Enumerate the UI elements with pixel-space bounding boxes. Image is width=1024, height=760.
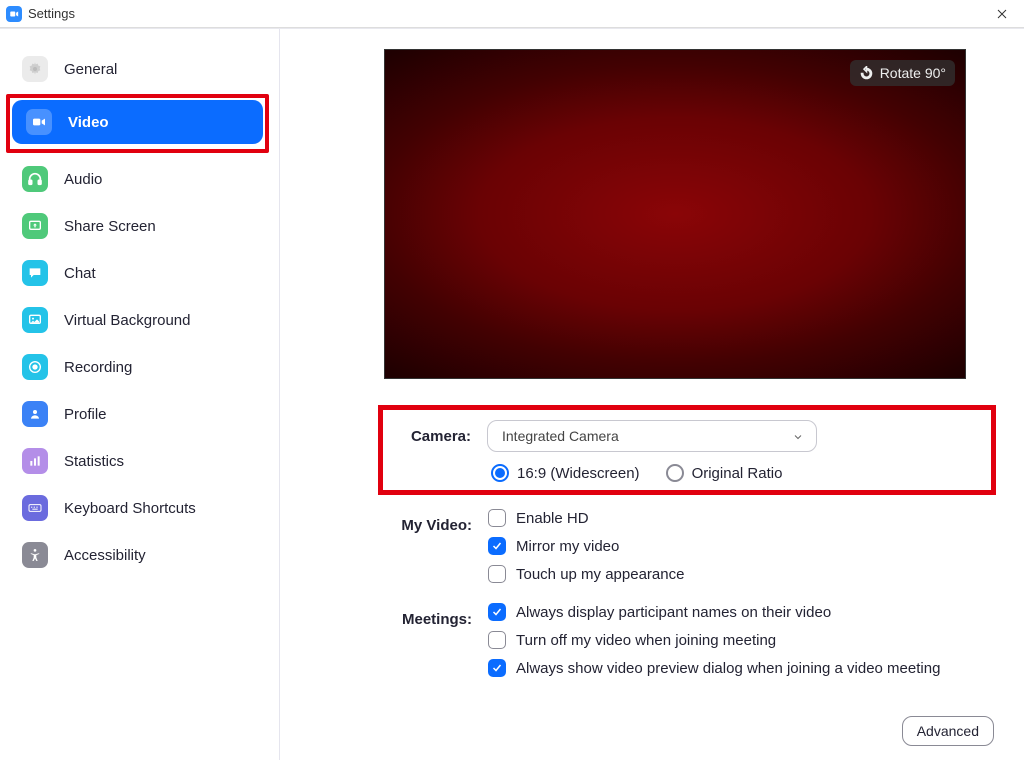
checkbox-enable-hd[interactable] (488, 509, 506, 527)
checkbox-label: Turn off my video when joining meeting (516, 632, 776, 649)
advanced-label: Advanced (917, 723, 979, 739)
sidebar-item-label: Virtual Background (64, 312, 190, 329)
checkbox-label: Enable HD (516, 510, 589, 527)
rotate-button[interactable]: Rotate 90° (850, 60, 955, 86)
chevron-down-icon (792, 430, 804, 442)
radio-original-ratio[interactable]: Original Ratio (666, 464, 783, 482)
sidebar-item-virtual-background[interactable]: Virtual Background (8, 298, 269, 342)
main-panel: Rotate 90° Camera: Integrated Camera (280, 29, 1024, 760)
rotate-icon (859, 66, 874, 81)
myvideo-label: My Video: (384, 509, 488, 593)
checkbox-touchup[interactable] (488, 565, 506, 583)
sidebar: General Video Audio Share Screen (0, 29, 280, 760)
sidebar-item-share-screen[interactable]: Share Screen (8, 204, 269, 248)
camera-selected-value: Integrated Camera (502, 428, 619, 444)
sidebar-item-statistics[interactable]: Statistics (8, 439, 269, 483)
chat-icon (22, 260, 48, 286)
headphones-icon (22, 166, 48, 192)
sidebar-item-label: Share Screen (64, 218, 156, 235)
sidebar-item-label: Statistics (64, 453, 124, 470)
close-button[interactable] (988, 2, 1016, 26)
radio-circle (491, 464, 509, 482)
gear-icon (22, 56, 48, 82)
sidebar-item-label: Profile (64, 406, 107, 423)
virtual-background-icon (22, 307, 48, 333)
radio-widescreen[interactable]: 16:9 (Widescreen) (491, 464, 640, 482)
checkbox-label: Touch up my appearance (516, 566, 684, 583)
sidebar-item-accessibility[interactable]: Accessibility (8, 533, 269, 577)
sidebar-item-label: Keyboard Shortcuts (64, 500, 196, 517)
meetings-label: Meetings: (384, 603, 488, 687)
radio-circle (666, 464, 684, 482)
sidebar-item-label: General (64, 61, 117, 78)
sidebar-item-label: Recording (64, 359, 132, 376)
video-icon (26, 109, 52, 135)
window-title: Settings (28, 6, 75, 21)
app-icon (6, 6, 22, 22)
checkbox-mirror[interactable] (488, 537, 506, 555)
sidebar-item-label: Video (68, 114, 109, 131)
camera-select[interactable]: Integrated Camera (487, 420, 817, 452)
sidebar-item-label: Audio (64, 171, 102, 188)
share-screen-icon (22, 213, 48, 239)
sidebar-item-chat[interactable]: Chat (8, 251, 269, 295)
radio-label: 16:9 (Widescreen) (517, 465, 640, 482)
accessibility-icon (22, 542, 48, 568)
camera-label: Camera: (383, 420, 487, 482)
recording-icon (22, 354, 48, 380)
highlight-sidebar-video: Video (6, 94, 269, 153)
sidebar-item-audio[interactable]: Audio (8, 157, 269, 201)
titlebar-left: Settings (6, 6, 75, 22)
video-preview: Rotate 90° (384, 49, 966, 379)
advanced-button[interactable]: Advanced (902, 716, 994, 746)
sidebar-item-profile[interactable]: Profile (8, 392, 269, 436)
profile-icon (22, 401, 48, 427)
content-area: General Video Audio Share Screen (0, 28, 1024, 760)
checkbox-label: Mirror my video (516, 538, 619, 555)
checkbox-label: Always display participant names on thei… (516, 604, 831, 621)
titlebar: Settings (0, 0, 1024, 28)
sidebar-item-keyboard-shortcuts[interactable]: Keyboard Shortcuts (8, 486, 269, 530)
checkbox-turn-off-video[interactable] (488, 631, 506, 649)
checkbox-display-names[interactable] (488, 603, 506, 621)
keyboard-icon (22, 495, 48, 521)
checkbox-show-preview[interactable] (488, 659, 506, 677)
sidebar-item-label: Chat (64, 265, 96, 282)
settings-form: Camera: Integrated Camera 16:9 (Widescre… (384, 405, 990, 687)
sidebar-item-label: Accessibility (64, 547, 146, 564)
statistics-icon (22, 448, 48, 474)
rotate-label: Rotate 90° (880, 65, 946, 81)
sidebar-item-video[interactable]: Video (12, 100, 263, 144)
sidebar-item-recording[interactable]: Recording (8, 345, 269, 389)
highlight-camera-section: Camera: Integrated Camera 16:9 (Widescre… (378, 405, 996, 495)
checkbox-label: Always show video preview dialog when jo… (516, 660, 940, 677)
radio-label: Original Ratio (692, 465, 783, 482)
sidebar-item-general[interactable]: General (8, 47, 269, 91)
